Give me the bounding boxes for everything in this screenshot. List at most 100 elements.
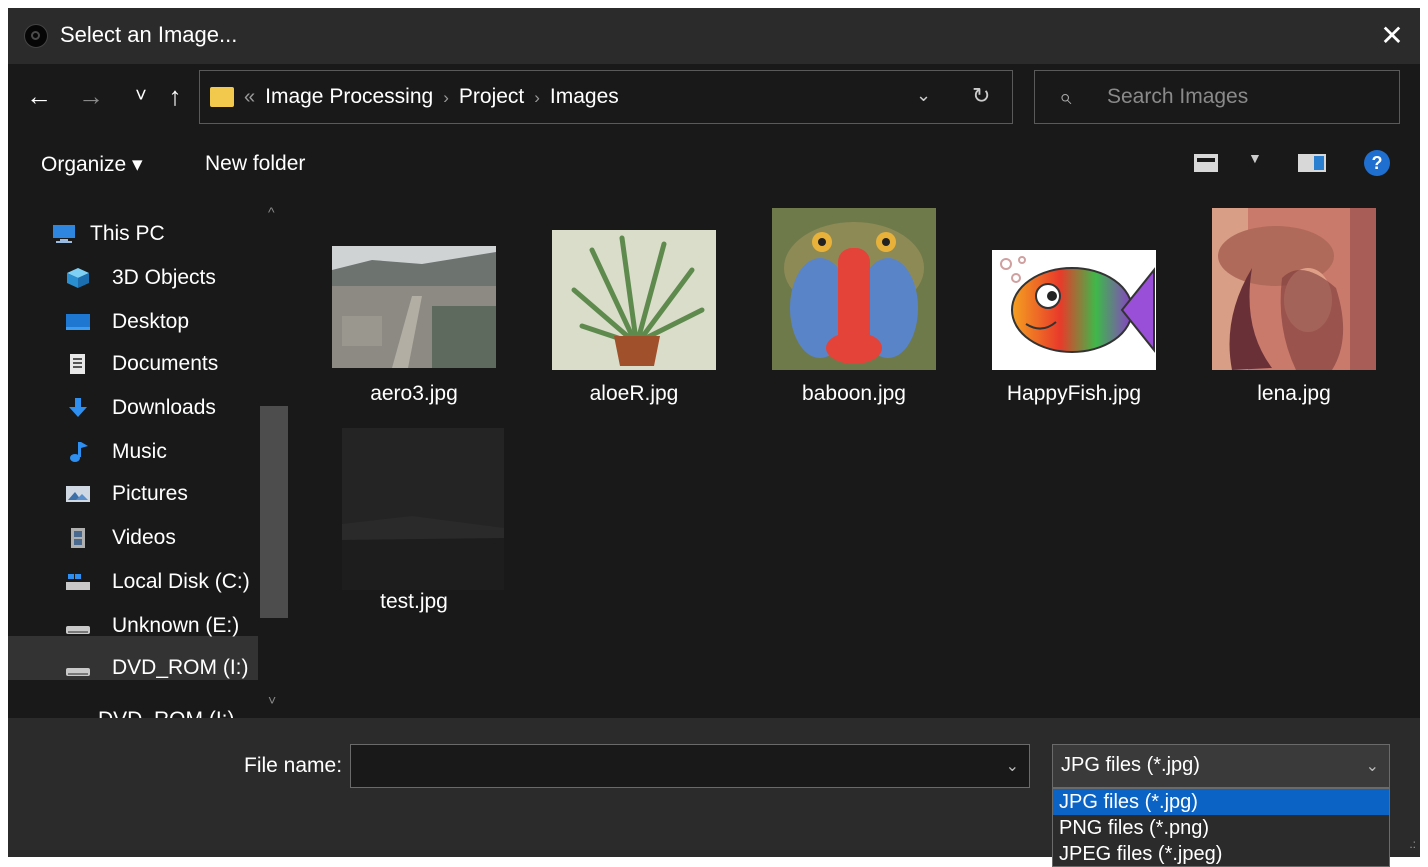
search-box[interactable]: ⌕ Search Images <box>1034 70 1400 124</box>
music-note-icon <box>70 442 88 462</box>
sidebar-item-this-pc[interactable]: This PC <box>52 214 272 254</box>
breadcrumb-item[interactable]: Images <box>550 85 619 108</box>
sidebar-item-documents[interactable]: Documents <box>66 344 286 384</box>
view-options-dropdown-icon[interactable]: ▼ <box>1248 150 1262 166</box>
forward-arrow-icon[interactable]: → <box>76 78 106 114</box>
baboon-thumbnail <box>772 208 936 370</box>
file-list: aero3.jpg aloeR.jpg baboon.jpg HappyFish… <box>290 196 1420 718</box>
breadcrumb: « Image Processing › Project › Images <box>244 85 619 109</box>
sidebar-item-videos[interactable]: Videos <box>66 518 286 558</box>
breadcrumb-item[interactable]: Project <box>459 85 524 108</box>
file-type-dropdown-list: JPG files (*.jpg) PNG files (*.png) JPEG… <box>1052 788 1390 867</box>
breadcrumb-separator-icon: › <box>534 88 540 107</box>
dvd-drive-icon <box>52 710 76 718</box>
file-name: test.jpg <box>380 590 448 613</box>
organize-button[interactable]: Organize ▾ <box>41 152 143 177</box>
navigation-scrollbar[interactable]: ^ ˅ <box>260 196 290 718</box>
file-open-dialog: Select an Image... ✕ ← → ˅ ↑ « Image Proc… <box>8 8 1420 867</box>
sidebar-item-unknown-drive[interactable]: Unknown (E:) <box>66 606 286 646</box>
drive-icon <box>66 626 90 634</box>
aerial-photo-thumbnail <box>332 246 496 368</box>
search-icon: ⌕ <box>1059 84 1072 109</box>
command-toolbar: Organize ▾ New folder ▼ ? <box>8 130 1420 196</box>
cube-icon <box>67 268 89 288</box>
file-item-test[interactable]: test.jpg <box>314 418 514 628</box>
dark-photo-thumbnail <box>342 428 504 590</box>
sidebar-item-dvd-rom[interactable]: DVD_ROM (I:) <box>66 648 286 688</box>
app-icon <box>24 24 48 48</box>
sidebar-item-label: This PC <box>90 222 165 245</box>
pictures-icon <box>66 486 90 502</box>
file-item-baboon[interactable]: baboon.jpg <box>754 196 954 416</box>
file-item-lena[interactable]: lena.jpg <box>1194 196 1394 416</box>
file-type-option-png[interactable]: PNG files (*.png) <box>1053 815 1389 841</box>
scrollbar-thumb[interactable] <box>260 406 288 618</box>
document-icon <box>70 354 85 374</box>
disk-icon <box>66 574 90 590</box>
resize-grip-icon[interactable]: .: <box>1409 837 1416 851</box>
new-folder-button[interactable]: New folder <box>205 152 305 176</box>
footer-bar: File name: ⌄ JPG files (*.jpg) ⌄ JPG fil… <box>8 718 1420 867</box>
preview-pane-icon[interactable] <box>1298 154 1326 172</box>
file-type-selected-value: JPG files (*.jpg) <box>1061 754 1200 776</box>
sidebar-item-label: Videos <box>112 526 176 549</box>
file-name: aloeR.jpg <box>589 382 679 405</box>
sidebar-item-label: Unknown (E:) <box>112 614 240 637</box>
dvd-drive-icon <box>66 668 90 676</box>
sidebar-item-dvd-rom-2[interactable]: DVD_ROM (I:) <box>52 700 272 718</box>
file-type-option-jpg[interactable]: JPG files (*.jpg) <box>1053 789 1389 815</box>
folder-icon <box>210 87 234 107</box>
sidebar-item-label: Local Disk (C:) <box>112 570 250 593</box>
file-type-option-jpeg[interactable]: JPEG files (*.jpeg) <box>1053 841 1389 867</box>
search-input[interactable]: Search Images <box>1107 85 1248 109</box>
breadcrumb-separator-icon: › <box>443 88 449 107</box>
help-icon[interactable]: ? <box>1364 150 1390 176</box>
sidebar-item-label: 3D Objects <box>112 266 216 289</box>
sidebar-item-label: Downloads <box>112 396 216 419</box>
sidebar-item-label: Music <box>112 440 167 463</box>
sidebar-item-label: DVD_ROM (I:) <box>98 708 235 718</box>
file-name: HappyFish.jpg <box>1006 382 1142 405</box>
fish-cartoon-thumbnail <box>992 250 1156 370</box>
title-bar: Select an Image... ✕ <box>8 8 1420 64</box>
sidebar-item-local-disk[interactable]: Local Disk (C:) <box>66 562 286 602</box>
computer-icon <box>53 225 75 243</box>
file-type-select[interactable]: JPG files (*.jpg) ⌄ <box>1052 744 1390 788</box>
change-view-icon[interactable] <box>1194 154 1218 172</box>
close-icon[interactable]: ✕ <box>1370 14 1414 58</box>
breadcrumb-overflow-icon[interactable]: « <box>244 86 255 108</box>
file-item-aloer[interactable]: aloeR.jpg <box>534 196 734 416</box>
navigation-pane: This PC 3D Objects Desktop Documents Dow… <box>8 196 290 718</box>
file-item-happyfish[interactable]: HappyFish.jpg <box>974 196 1174 416</box>
sidebar-item-3d-objects[interactable]: 3D Objects <box>66 258 286 298</box>
sidebar-item-label: Documents <box>112 352 219 375</box>
chevron-down-icon[interactable]: ⌄ <box>1006 756 1019 776</box>
file-name: lena.jpg <box>1257 382 1331 405</box>
refresh-icon[interactable]: ↻ <box>972 83 990 109</box>
sidebar-item-music[interactable]: Music <box>66 432 286 472</box>
download-arrow-icon <box>69 398 87 417</box>
file-item-aero3[interactable]: aero3.jpg <box>314 196 514 416</box>
sidebar-item-label: DVD_ROM (I:) <box>112 656 249 679</box>
breadcrumb-item[interactable]: Image Processing <box>265 85 433 108</box>
sidebar-item-label: Desktop <box>112 310 190 333</box>
scroll-up-icon[interactable]: ^ <box>268 204 275 220</box>
back-arrow-icon[interactable]: ← <box>24 78 54 114</box>
window-title: Select an Image... <box>60 22 238 47</box>
chevron-down-icon[interactable]: ⌄ <box>1366 756 1379 776</box>
address-bar[interactable]: « Image Processing › Project › Images ⌄ ↻ <box>199 70 1013 124</box>
aloe-plant-thumbnail <box>552 230 716 370</box>
film-icon <box>71 528 85 548</box>
portrait-thumbnail <box>1212 208 1376 370</box>
file-name: aero3.jpg <box>370 382 458 405</box>
scroll-down-icon[interactable]: ˅ <box>268 692 276 708</box>
sidebar-item-downloads[interactable]: Downloads <box>66 388 286 428</box>
up-arrow-icon[interactable]: ↑ <box>160 78 190 114</box>
recent-locations-chevron-icon[interactable]: ˅ <box>126 78 156 114</box>
sidebar-item-desktop[interactable]: Desktop <box>66 302 286 342</box>
sidebar-item-pictures[interactable]: Pictures <box>66 474 286 514</box>
navigation-bar: ← → ˅ ↑ « Image Processing › Project › Images… <box>8 64 1420 130</box>
file-name: baboon.jpg <box>802 382 906 405</box>
file-name-input[interactable]: ⌄ <box>350 744 1030 788</box>
address-dropdown-icon[interactable]: ⌄ <box>916 85 931 106</box>
